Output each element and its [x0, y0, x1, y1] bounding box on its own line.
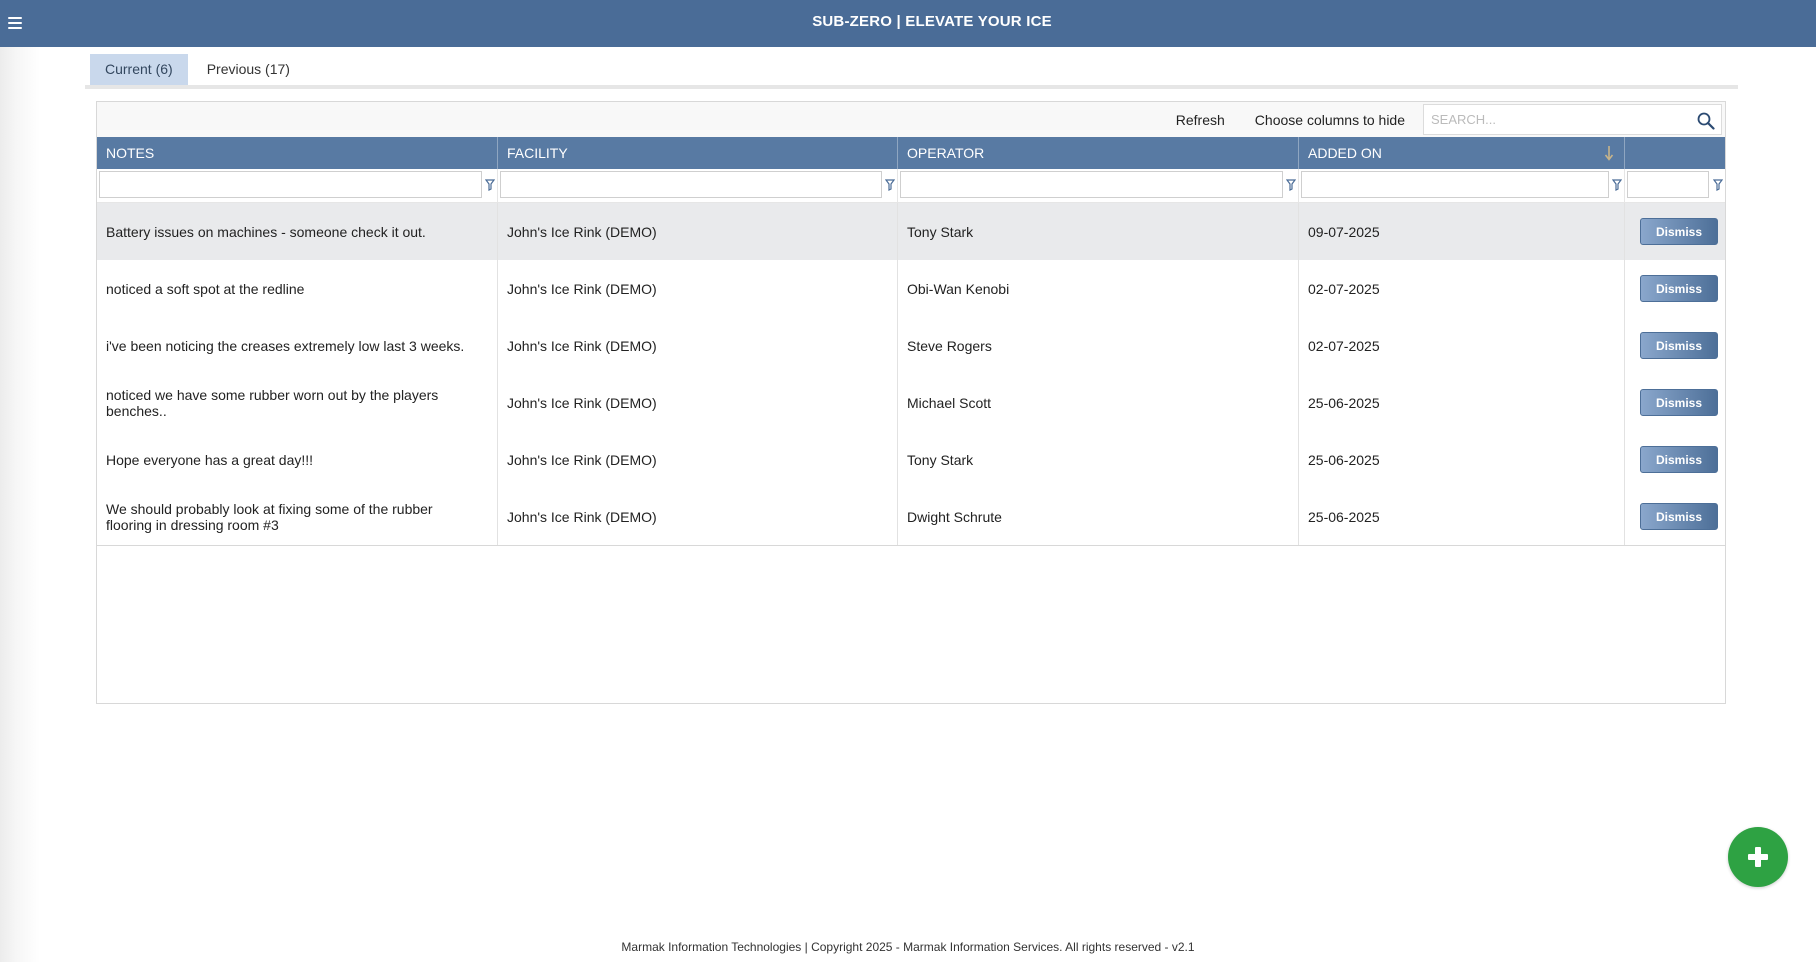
sort-down-arrow-icon	[1604, 146, 1614, 161]
table-body-end	[97, 545, 1725, 546]
plus-icon	[1748, 847, 1768, 867]
cell-notes: Hope everyone has a great day!!!	[97, 431, 498, 488]
cell-notes: i've been noticing the creases extremely…	[97, 317, 498, 374]
dismiss-button[interactable]: Dismiss	[1640, 218, 1718, 245]
search-icon[interactable]	[1697, 112, 1715, 130]
filter-icon[interactable]	[1612, 179, 1622, 191]
cell-notes: noticed a soft spot at the redline	[97, 260, 498, 317]
cell-operator: Tony Stark	[898, 203, 1299, 260]
table-row[interactable]: Battery issues on machines - someone che…	[97, 203, 1725, 260]
cell-added-on: 25-06-2025	[1299, 431, 1625, 488]
cell-facility: John's Ice Rink (DEMO)	[498, 431, 898, 488]
filter-input-added-on[interactable]	[1301, 171, 1609, 198]
cell-facility: John's Ice Rink (DEMO)	[498, 317, 898, 374]
hamburger-menu-icon[interactable]	[8, 14, 24, 32]
tabs-divider	[85, 85, 1738, 89]
column-header-notes[interactable]: NOTES	[97, 137, 498, 169]
tab-current[interactable]: Current (6)	[90, 54, 188, 85]
search-input[interactable]	[1424, 105, 1679, 134]
dismiss-button[interactable]: Dismiss	[1640, 332, 1718, 359]
column-header-actions	[1625, 137, 1725, 169]
dismiss-button[interactable]: Dismiss	[1640, 503, 1718, 530]
table-row[interactable]: i've been noticing the creases extremely…	[97, 317, 1725, 374]
column-header-added-on-label: ADDED ON	[1308, 145, 1382, 161]
cell-operator: Michael Scott	[898, 374, 1299, 431]
cell-actions: Dismiss	[1625, 317, 1725, 374]
cell-actions: Dismiss	[1625, 431, 1725, 488]
filter-cell-operator	[898, 169, 1299, 202]
filter-icon[interactable]	[485, 179, 495, 191]
table-body: Battery issues on machines - someone che…	[97, 203, 1725, 545]
cell-actions: Dismiss	[1625, 203, 1725, 260]
filter-icon[interactable]	[1713, 179, 1723, 191]
filter-input-notes[interactable]	[99, 171, 482, 198]
filter-icon[interactable]	[885, 179, 895, 191]
filter-input-operator[interactable]	[900, 171, 1283, 198]
tab-previous[interactable]: Previous (17)	[192, 54, 305, 85]
filter-cell-actions	[1625, 169, 1725, 202]
search-box	[1423, 104, 1722, 135]
dismiss-button[interactable]: Dismiss	[1640, 389, 1718, 416]
cell-facility: John's Ice Rink (DEMO)	[498, 374, 898, 431]
cell-actions: Dismiss	[1625, 374, 1725, 431]
cell-notes: We should probably look at fixing some o…	[97, 488, 498, 545]
tab-bar: Current (6) Previous (17)	[90, 54, 309, 85]
grid-toolbar: Refresh Choose columns to hide	[97, 102, 1725, 137]
filter-cell-added-on	[1299, 169, 1625, 202]
filter-input-actions[interactable]	[1627, 171, 1709, 198]
filter-cell-notes	[97, 169, 498, 202]
column-header-added-on[interactable]: ADDED ON	[1299, 137, 1625, 169]
notes-grid: Refresh Choose columns to hide NOTES FAC…	[96, 101, 1726, 704]
filter-cell-facility	[498, 169, 898, 202]
cell-operator: Steve Rogers	[898, 317, 1299, 374]
left-gutter	[0, 47, 40, 962]
cell-actions: Dismiss	[1625, 488, 1725, 545]
cell-added-on: 25-06-2025	[1299, 488, 1625, 545]
cell-added-on: 02-07-2025	[1299, 260, 1625, 317]
app-title: SUB-ZERO | ELEVATE YOUR ICE	[812, 13, 1052, 30]
footer-copyright: Marmak Information Technologies | Copyri…	[621, 940, 1195, 954]
filter-input-facility[interactable]	[500, 171, 882, 198]
filter-icon[interactable]	[1286, 179, 1296, 191]
top-bar: SUB-ZERO | ELEVATE YOUR ICE	[0, 0, 1816, 47]
cell-actions: Dismiss	[1625, 260, 1725, 317]
dismiss-button[interactable]: Dismiss	[1640, 446, 1718, 473]
cell-facility: John's Ice Rink (DEMO)	[498, 488, 898, 545]
cell-notes: noticed we have some rubber worn out by …	[97, 374, 498, 431]
cell-facility: John's Ice Rink (DEMO)	[498, 260, 898, 317]
column-header-facility[interactable]: FACILITY	[498, 137, 898, 169]
cell-facility: John's Ice Rink (DEMO)	[498, 203, 898, 260]
table-row[interactable]: We should probably look at fixing some o…	[97, 488, 1725, 545]
cell-operator: Tony Stark	[898, 431, 1299, 488]
filter-row	[97, 169, 1725, 203]
refresh-button[interactable]: Refresh	[1176, 112, 1225, 128]
table-row[interactable]: noticed we have some rubber worn out by …	[97, 374, 1725, 431]
cell-added-on: 09-07-2025	[1299, 203, 1625, 260]
dismiss-button[interactable]: Dismiss	[1640, 275, 1718, 302]
table-row[interactable]: Hope everyone has a great day!!! John's …	[97, 431, 1725, 488]
cell-added-on: 25-06-2025	[1299, 374, 1625, 431]
cell-operator: Obi-Wan Kenobi	[898, 260, 1299, 317]
table-row[interactable]: noticed a soft spot at the redline John'…	[97, 260, 1725, 317]
cell-added-on: 02-07-2025	[1299, 317, 1625, 374]
cell-notes: Battery issues on machines - someone che…	[97, 203, 498, 260]
choose-columns-button[interactable]: Choose columns to hide	[1255, 112, 1405, 128]
column-header-operator[interactable]: OPERATOR	[898, 137, 1299, 169]
add-note-button[interactable]	[1728, 827, 1788, 887]
cell-operator: Dwight Schrute	[898, 488, 1299, 545]
table-header: NOTES FACILITY OPERATOR ADDED ON	[97, 137, 1725, 169]
